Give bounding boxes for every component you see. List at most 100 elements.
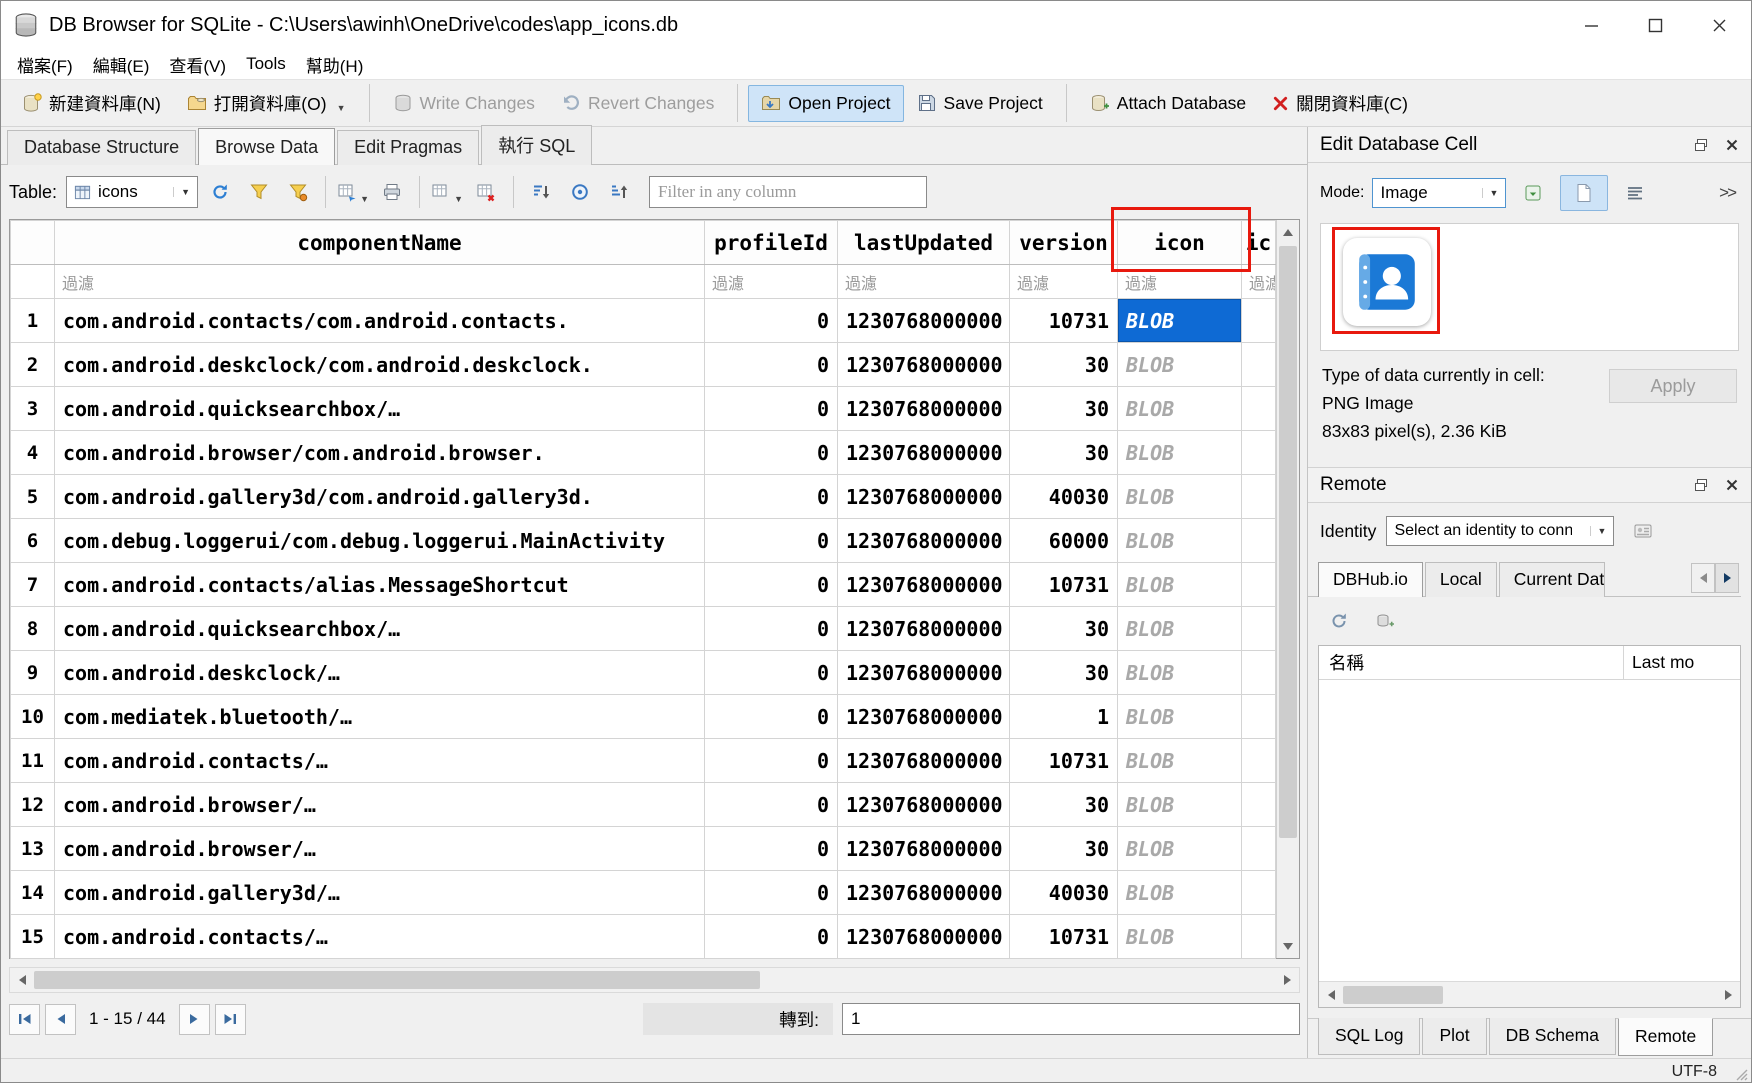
identity-select[interactable]: Select an identity to conne ▼ xyxy=(1386,516,1614,546)
cell-profileId[interactable]: 0 xyxy=(705,915,838,959)
cell-profileId[interactable]: 0 xyxy=(705,387,838,431)
float-panel-icon[interactable] xyxy=(1693,477,1709,493)
cell-lastUpdated[interactable]: 1230768000000 xyxy=(838,827,1010,871)
cell-version[interactable]: 30 xyxy=(1010,827,1118,871)
row-number[interactable]: 14 xyxy=(11,871,55,915)
cell-profileId[interactable]: 0 xyxy=(705,739,838,783)
filter-lastUpdated[interactable]: 過濾 xyxy=(838,265,1010,299)
row-number[interactable]: 11 xyxy=(11,739,55,783)
cell-profileId[interactable]: 0 xyxy=(705,299,838,343)
scroll-up-icon[interactable] xyxy=(1277,220,1299,244)
remote-list-body[interactable] xyxy=(1319,680,1740,981)
cell-version[interactable]: 30 xyxy=(1010,651,1118,695)
goto-input[interactable] xyxy=(842,1003,1300,1035)
cell-extra[interactable] xyxy=(1242,651,1276,695)
cell-extra[interactable] xyxy=(1242,299,1276,343)
cell-profileId[interactable]: 0 xyxy=(705,343,838,387)
cell-lastUpdated[interactable]: 1230768000000 xyxy=(838,431,1010,475)
close-panel-icon[interactable] xyxy=(1725,478,1739,492)
cell-extra[interactable] xyxy=(1242,563,1276,607)
filter-profileId[interactable]: 過濾 xyxy=(705,265,838,299)
tab-execute-sql[interactable]: 執行 SQL xyxy=(481,125,592,165)
cell-lastUpdated[interactable]: 1230768000000 xyxy=(838,475,1010,519)
cell-version[interactable]: 10731 xyxy=(1010,915,1118,959)
cell-version[interactable]: 30 xyxy=(1010,431,1118,475)
cell-icon[interactable]: BLOB xyxy=(1118,431,1242,475)
cell-icon[interactable]: BLOB xyxy=(1118,607,1242,651)
cell-componentName[interactable]: com.android.contacts/com.android.contact… xyxy=(55,299,705,343)
cell-lastUpdated[interactable]: 1230768000000 xyxy=(838,871,1010,915)
cell-profileId[interactable]: 0 xyxy=(705,563,838,607)
save-project-button[interactable]: Save Project xyxy=(904,85,1056,122)
remote-clone-database-button[interactable] xyxy=(1368,605,1402,637)
cell-version[interactable]: 40030 xyxy=(1010,871,1118,915)
cell-lastUpdated[interactable]: 1230768000000 xyxy=(838,783,1010,827)
cell-extra[interactable] xyxy=(1242,871,1276,915)
cell-componentName[interactable]: com.android.deskclock/… xyxy=(55,651,705,695)
last-page-button[interactable] xyxy=(215,1004,246,1035)
first-page-button[interactable] xyxy=(9,1004,40,1035)
tab-scroll-left-icon[interactable] xyxy=(1691,563,1715,593)
filter-extra[interactable]: 過濾 xyxy=(1242,265,1276,299)
cell-lastUpdated[interactable]: 1230768000000 xyxy=(838,299,1010,343)
scroll-right-icon[interactable] xyxy=(1716,982,1740,1007)
dock-tab-remote[interactable]: Remote xyxy=(1618,1018,1713,1056)
cell-extra[interactable] xyxy=(1242,915,1276,959)
cell-icon[interactable]: BLOB xyxy=(1118,343,1242,387)
cell-version[interactable]: 10731 xyxy=(1010,563,1118,607)
cell-version[interactable]: 60000 xyxy=(1010,519,1118,563)
cell-profileId[interactable]: 0 xyxy=(705,651,838,695)
remote-tab-current-database[interactable]: Current Dat xyxy=(1499,562,1605,597)
write-changes-button[interactable]: Write Changes xyxy=(380,85,548,122)
menu-edit[interactable]: 編輯(E) xyxy=(83,49,160,80)
filter-options-button[interactable] xyxy=(281,176,315,208)
cell-icon[interactable]: BLOB xyxy=(1118,299,1242,343)
cell-componentName[interactable]: com.android.contacts/… xyxy=(55,739,705,783)
row-number[interactable]: 13 xyxy=(11,827,55,871)
cell-profileId[interactable]: 0 xyxy=(705,871,838,915)
scroll-down-icon[interactable] xyxy=(1277,934,1299,958)
minimize-button[interactable] xyxy=(1559,1,1623,49)
cell-lastUpdated[interactable]: 1230768000000 xyxy=(838,695,1010,739)
text-view-button[interactable] xyxy=(1616,177,1654,209)
cell-componentName[interactable]: com.android.contacts/alias.MessageShortc… xyxy=(55,563,705,607)
cell-icon[interactable]: BLOB xyxy=(1118,695,1242,739)
scroll-thumb[interactable] xyxy=(1343,986,1443,1004)
row-number[interactable]: 9 xyxy=(11,651,55,695)
revert-changes-button[interactable]: Revert Changes xyxy=(548,85,727,122)
scroll-left-icon[interactable] xyxy=(10,968,34,992)
cell-lastUpdated[interactable]: 1230768000000 xyxy=(838,343,1010,387)
close-button[interactable] xyxy=(1687,1,1751,49)
next-page-button[interactable] xyxy=(179,1004,210,1035)
cell-profileId[interactable]: 0 xyxy=(705,827,838,871)
mode-select[interactable]: Image ▼ xyxy=(1372,178,1506,208)
row-number[interactable]: 1 xyxy=(11,299,55,343)
overflow-chevrons-icon[interactable]: >> xyxy=(1719,183,1739,203)
tab-browse-data[interactable]: Browse Data xyxy=(198,128,335,165)
col-lastUpdated[interactable]: lastUpdated xyxy=(838,221,1010,265)
col-componentName[interactable]: componentName xyxy=(55,221,705,265)
cell-componentName[interactable]: com.android.contacts/… xyxy=(55,915,705,959)
close-panel-icon[interactable] xyxy=(1725,138,1739,152)
cell-icon[interactable]: BLOB xyxy=(1118,563,1242,607)
cell-profileId[interactable]: 0 xyxy=(705,607,838,651)
clear-filters-button[interactable] xyxy=(242,176,276,208)
horizontal-scrollbar[interactable] xyxy=(9,967,1300,993)
dock-tab-plot[interactable]: Plot xyxy=(1422,1018,1486,1055)
row-number[interactable]: 15 xyxy=(11,915,55,959)
cell-version[interactable]: 1 xyxy=(1010,695,1118,739)
prev-page-button[interactable] xyxy=(45,1004,76,1035)
cell-componentName[interactable]: com.mediatek.bluetooth/… xyxy=(55,695,705,739)
cell-componentName[interactable]: com.debug.loggerui/com.debug.loggerui.Ma… xyxy=(55,519,705,563)
open-database-button[interactable]: 打開資料庫(O) ▼ xyxy=(174,83,359,124)
cell-extra[interactable] xyxy=(1242,695,1276,739)
vertical-scrollbar[interactable] xyxy=(1276,220,1299,958)
menu-tools[interactable]: Tools xyxy=(236,51,296,77)
cell-icon[interactable]: BLOB xyxy=(1118,519,1242,563)
cell-icon[interactable]: BLOB xyxy=(1118,475,1242,519)
cell-icon[interactable]: BLOB xyxy=(1118,387,1242,431)
cell-version[interactable]: 40030 xyxy=(1010,475,1118,519)
identity-certificate-button[interactable] xyxy=(1624,515,1662,547)
row-number[interactable]: 4 xyxy=(11,431,55,475)
sort-desc-button[interactable] xyxy=(602,176,636,208)
